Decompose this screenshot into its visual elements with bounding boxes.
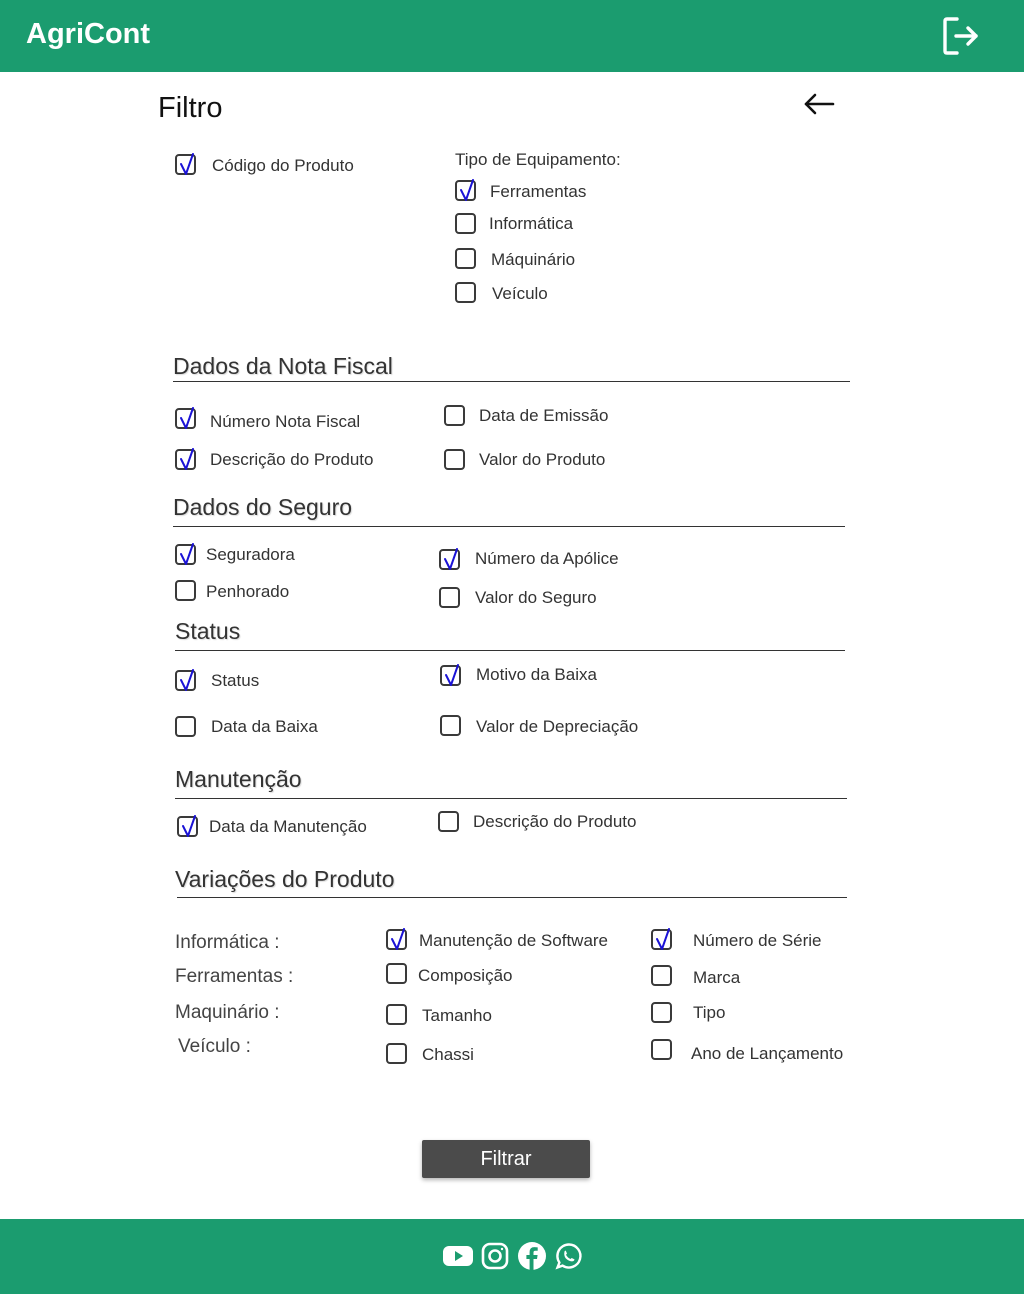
checkmark-icon [182,815,196,837]
checkbox-seguradora[interactable] [175,543,196,565]
filter-button[interactable]: Filtrar [422,1140,590,1178]
checkmark-icon [180,407,194,429]
checkbox-ferramentas[interactable] [455,179,476,201]
variation-label-veiculo: Veículo : [178,1036,251,1057]
checkbox-data-manutencao[interactable] [177,815,198,837]
app-title: AgriCont [26,18,151,50]
checkmark-icon [391,928,405,950]
label-descricao-produto: Descrição do Produto [210,450,374,469]
section-divider [175,798,847,799]
label-valor-depreciacao: Valor de Depreciação [476,717,639,736]
logout-icon[interactable] [942,16,980,56]
checkbox-chassi[interactable] [386,1043,407,1064]
label-valor-produto: Valor do Produto [479,450,606,469]
checkbox-data-baixa[interactable] [175,716,196,737]
label-composicao: Composição [418,966,513,985]
checkbox-numero-apolice[interactable] [439,548,460,570]
checkbox-maquinario[interactable] [455,248,476,269]
label-data-baixa: Data da Baixa [211,717,318,736]
section-title-nota-fiscal: Dados da Nota Fiscal [173,353,393,379]
label-data-emissao: Data de Emissão [479,406,609,425]
checkbox-valor-produto[interactable] [444,449,465,470]
checkmark-icon [656,928,670,950]
checkmark-icon [180,543,194,565]
whatsapp-icon[interactable] [554,1241,584,1271]
variation-label-informatica: Informática : [175,932,280,953]
label-tamanho: Tamanho [422,1006,492,1025]
facebook-icon[interactable] [517,1241,547,1271]
checkmark-icon [180,669,194,691]
label-tipo: Tipo [693,1003,726,1022]
tipo-equipamento-title: Tipo de Equipamento: [455,150,621,169]
label-manutencao-software: Manutenção de Software [419,931,609,950]
checkmark-icon [460,179,474,201]
label-ano-lancamento: Ano de Lançamento [691,1044,844,1063]
instagram-icon[interactable] [480,1241,510,1271]
label-seguradora: Seguradora [206,545,295,564]
checkmark-icon [180,448,194,470]
checkbox-manutencao-software[interactable] [386,928,407,950]
checkbox-data-emissao[interactable] [444,405,465,426]
label-maquinario: Máquinário [491,250,576,269]
section-divider [173,526,845,527]
label-veiculo: Veículo [492,284,548,303]
section-title-seguro: Dados do Seguro [173,494,353,520]
checkbox-composicao[interactable] [386,963,407,984]
label-motivo-baixa: Motivo da Baixa [476,665,597,684]
label-data-manutencao: Data da Manutenção [209,817,367,836]
label-marca: Marca [693,968,741,987]
arrow-left-icon[interactable] [802,90,836,118]
label-numero-apolice: Número da Apólice [475,549,619,568]
checkbox-status[interactable] [175,669,196,691]
checkbox-veiculo[interactable] [455,282,476,303]
label-valor-seguro: Valor do Seguro [475,588,597,607]
section-title-status: Status [175,618,241,644]
label-informatica: Informática [489,214,574,233]
section-title-manutencao: Manutenção [175,766,302,792]
label-ferramentas: Ferramentas [490,182,587,201]
label-chassi: Chassi [422,1045,474,1064]
checkbox-marca[interactable] [651,965,672,986]
section-divider [173,381,850,382]
checkbox-informatica[interactable] [455,213,476,234]
checkbox-numero-serie[interactable] [651,928,672,950]
checkmark-icon [445,664,459,686]
section-title-variacoes: Variações do Produto [175,866,395,892]
variation-label-maquinario: Maquinário : [175,1002,280,1023]
checkmark-icon [180,153,194,175]
checkbox-motivo-baixa[interactable] [440,664,461,686]
app-header: AgriCont [0,0,1024,72]
section-divider [177,897,847,898]
checkbox-numero-nota-fiscal[interactable] [175,407,196,429]
label-numero-nota-fiscal: Número Nota Fiscal [210,412,361,431]
checkbox-tamanho[interactable] [386,1004,407,1025]
checkbox-valor-seguro[interactable] [439,587,460,608]
checkbox-ano-lancamento[interactable] [651,1039,672,1060]
label-manutencao-descricao: Descrição do Produto [473,812,637,831]
section-divider [175,650,845,651]
label-codigo-produto: Código do Produto [212,156,354,175]
variation-label-ferramentas: Ferramentas : [175,966,294,987]
youtube-icon[interactable] [443,1241,473,1271]
checkbox-codigo-produto[interactable] [175,153,196,175]
checkmark-icon [444,548,458,570]
label-status: Status [211,671,260,690]
page-title: Filtro [158,92,223,124]
checkbox-valor-depreciacao[interactable] [440,715,461,736]
app-footer [0,1219,1024,1294]
checkbox-manutencao-descricao[interactable] [438,811,459,832]
label-penhorado: Penhorado [206,582,290,601]
label-numero-serie: Número de Série [693,931,822,950]
checkbox-tipo[interactable] [651,1002,672,1023]
checkbox-descricao-produto[interactable] [175,448,196,470]
checkbox-penhorado[interactable] [175,580,196,601]
